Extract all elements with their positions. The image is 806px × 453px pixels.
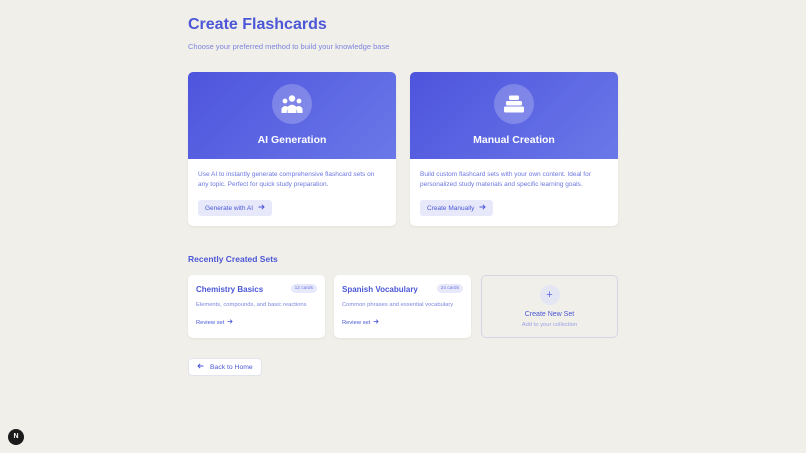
review-set-label: Review set [196,319,225,326]
ai-generation-title: AI Generation [257,134,327,146]
generate-with-ai-label: Generate with AI [205,204,254,212]
set-card-chemistry[interactable]: Chemistry Basics 12 cards Elements, comp… [188,275,325,338]
set-name: Spanish Vocabulary [342,285,418,294]
review-set-label: Review set [342,319,371,326]
card-count-badge: 24 cards [436,284,463,293]
recent-sets-title: Recently Created Sets [188,254,278,264]
arrow-right-icon [479,204,487,212]
ai-generation-header: AI Generation [188,72,396,159]
create-manually-button[interactable]: Create Manually [420,200,494,216]
set-description: Elements, compounds, and basic reactions [196,302,307,308]
review-set-link[interactable]: Review set [196,319,234,326]
page: Create Flashcards Choose your preferred … [0,0,806,453]
stack-icon [494,84,534,124]
manual-creation-header: Manual Creation [410,72,618,159]
manual-creation-description: Build custom flashcard sets with your ow… [420,171,591,188]
arrow-left-icon [197,363,204,371]
next-dev-indicator[interactable]: N [8,429,24,445]
create-new-set-title: Create New Set [524,311,575,318]
page-subtitle: Choose your preferred method to build yo… [188,42,390,51]
arrow-right-icon [227,319,234,326]
generate-with-ai-button[interactable]: Generate with AI [198,200,273,216]
review-set-link[interactable]: Review set [342,319,380,326]
create-new-set-subtitle: Add to your collection [521,322,578,328]
set-name: Chemistry Basics [196,285,264,294]
back-to-home-button[interactable]: Back to Home [188,358,262,376]
card-count-badge: 12 cards [290,284,317,293]
page-title: Create Flashcards [188,16,327,33]
arrow-right-icon [373,319,380,326]
manual-creation-card: Manual Creation Build custom flashcard s… [410,72,618,226]
plus-icon: + [539,285,560,305]
ai-generation-card: AI Generation Use AI to instantly genera… [188,72,396,226]
back-to-home-label: Back to Home [210,363,253,371]
create-new-set-card[interactable]: + Create New Set Add to your collection [481,275,618,338]
set-description: Common phrases and essential vocabulary [342,302,454,308]
manual-creation-title: Manual Creation [473,134,555,146]
set-card-spanish[interactable]: Spanish Vocabulary 24 cards Common phras… [334,275,471,338]
users-icon [272,84,312,124]
create-manually-label: Create Manually [427,204,475,212]
arrow-right-icon [258,204,265,212]
ai-generation-description: Use AI to instantly generate comprehensi… [198,171,375,188]
